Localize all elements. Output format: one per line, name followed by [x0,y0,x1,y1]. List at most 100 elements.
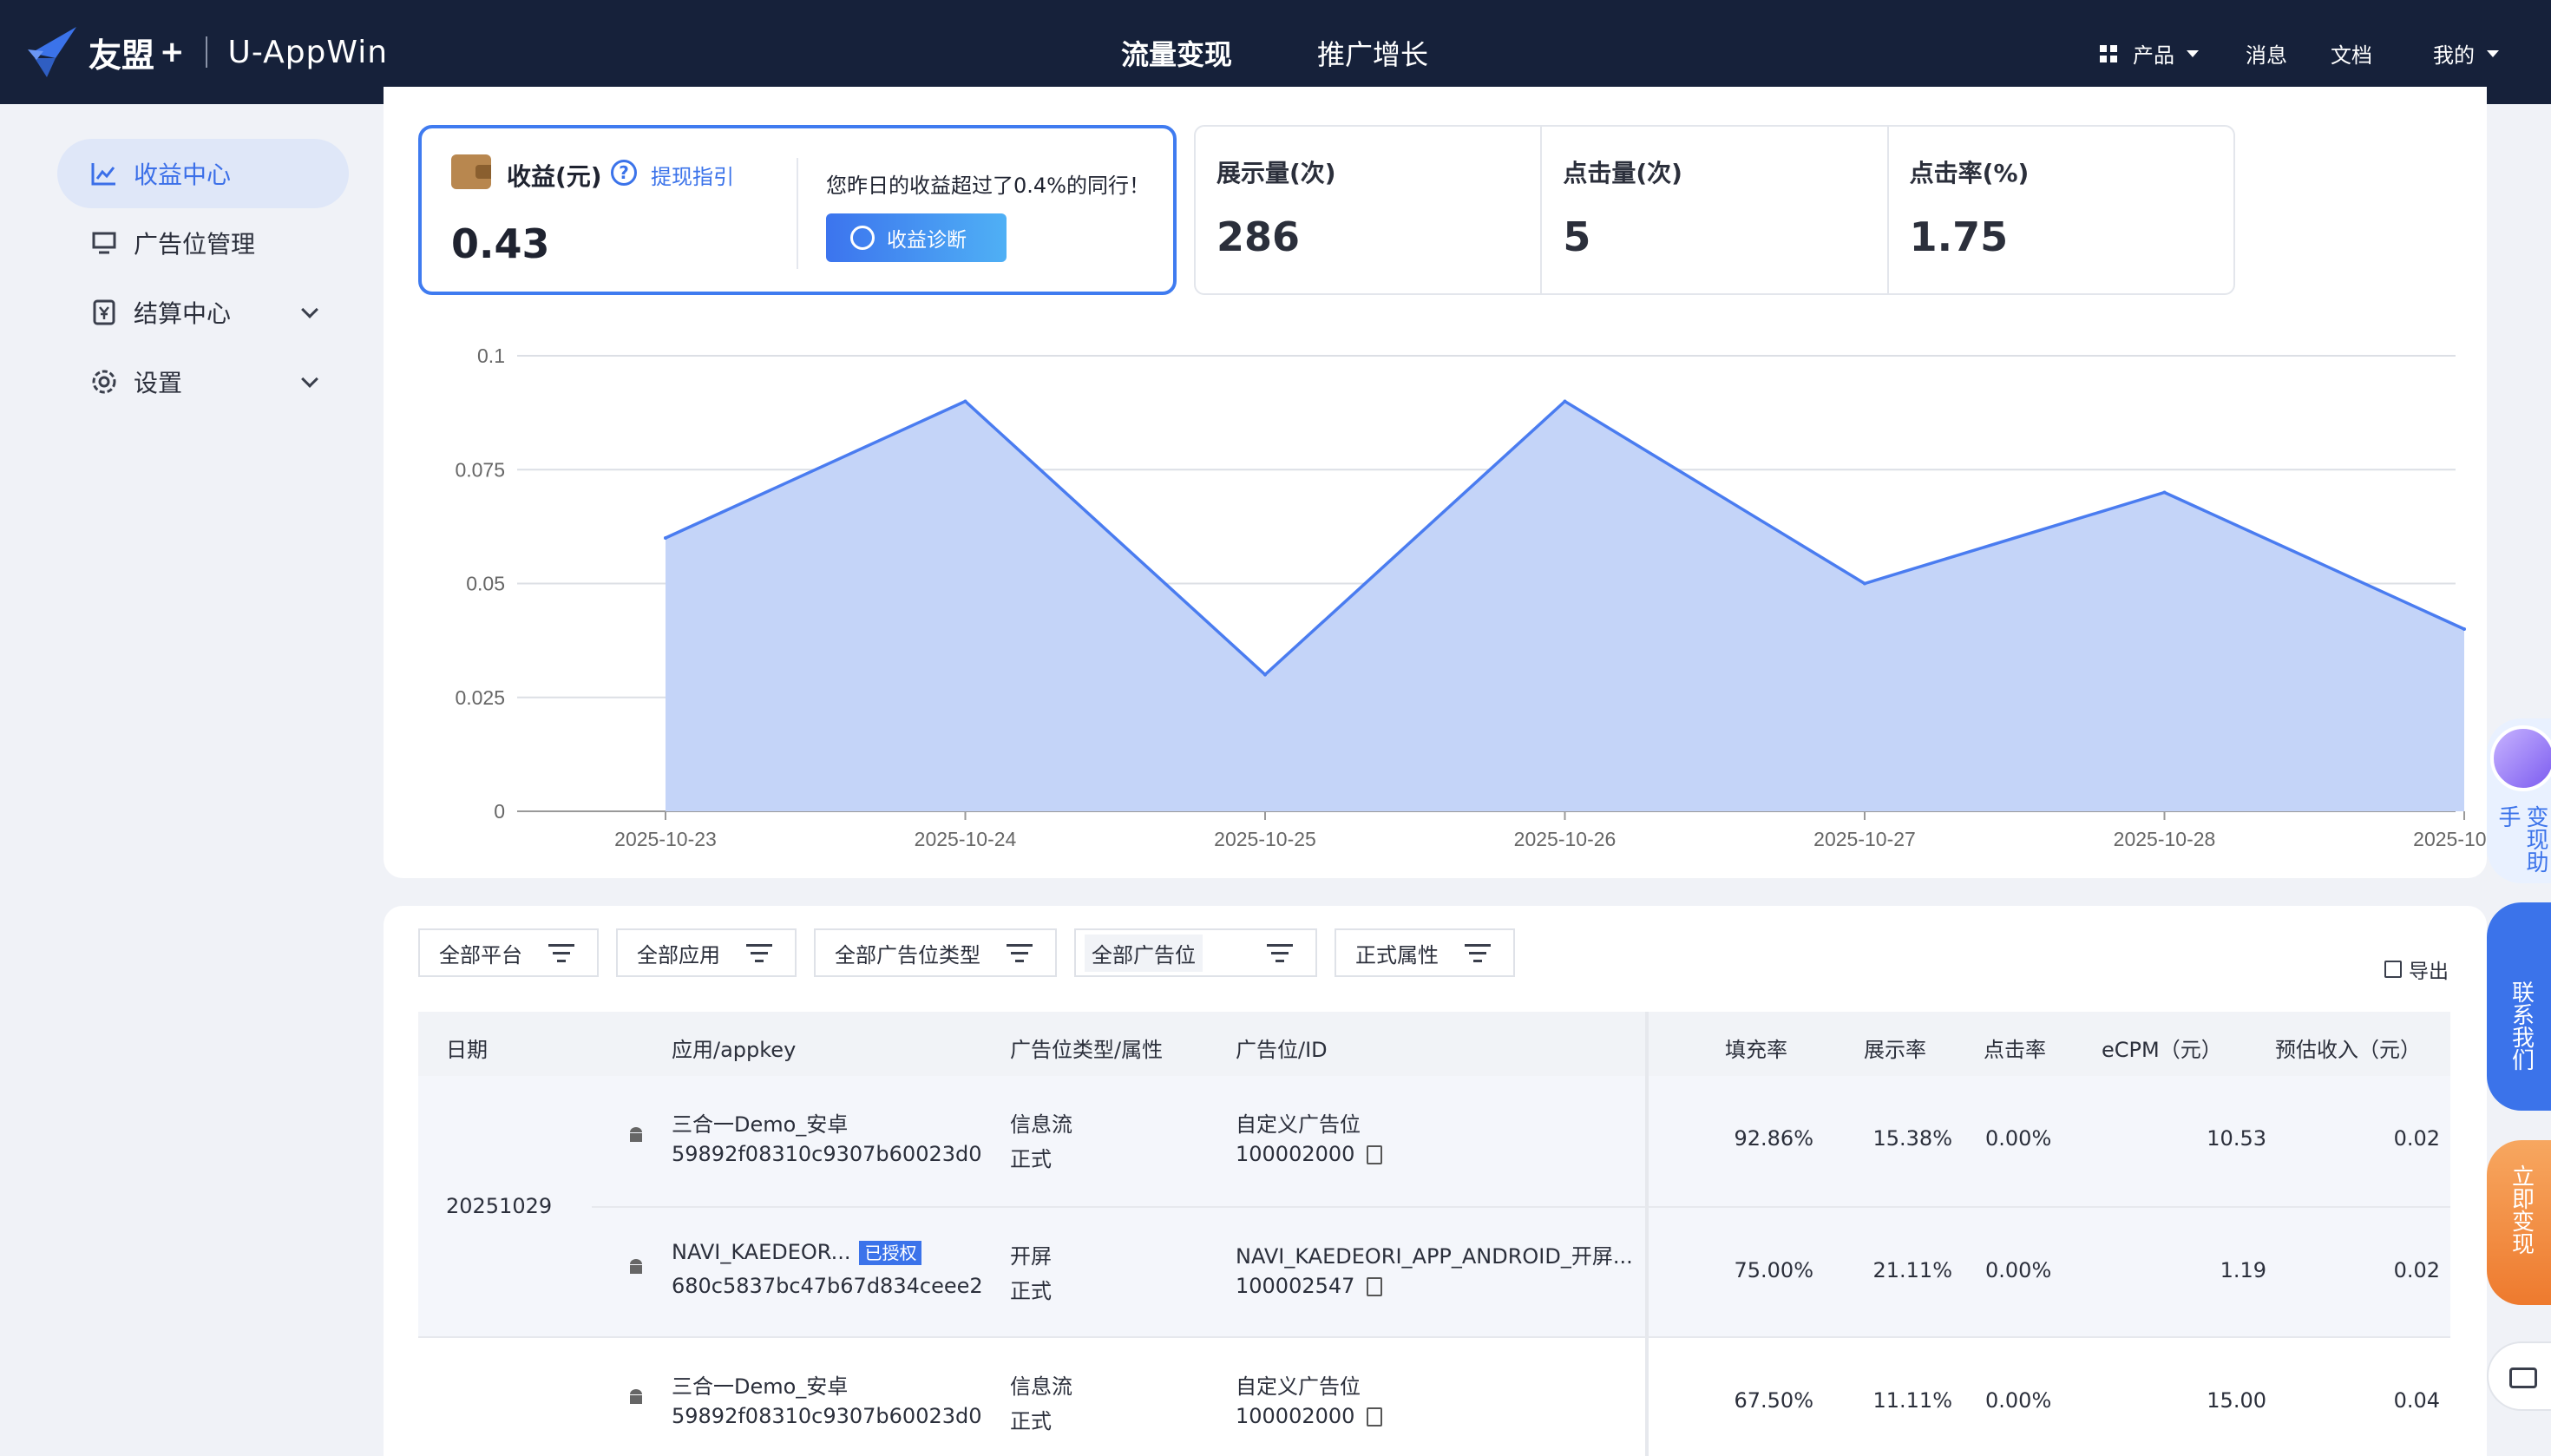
filter-attribute[interactable]: 正式属性 [1335,928,1515,977]
app-name: 三合一Demo_安卓 [672,1112,849,1137]
data-point [2162,490,2167,495]
android-icon [626,1258,646,1282]
sidebar-item-settings[interactable]: 设置 [57,347,349,416]
filter-ad-slot[interactable]: 全部广告位 [1074,928,1317,977]
filter-platform[interactable]: 全部平台 [418,928,599,977]
y-tick-label: 0.05 [466,573,505,595]
ecpm: 15.00 [2207,1388,2266,1413]
sidebar-item-settlement-center[interactable]: 结算中心 [57,278,349,347]
help-circle-icon[interactable]: ? [611,160,637,186]
grid-icon [2100,44,2117,62]
my-account-menu[interactable]: 我的 [2433,38,2499,69]
slot-attr: 正式 [1010,1147,1052,1171]
click-rate: 0.00% [1985,1388,2052,1413]
data-point [1263,672,1267,677]
show-rate: 21.11% [1872,1258,1952,1282]
sidebar-item-ad-slot-management[interactable]: 广告位管理 [57,208,349,278]
brand-logo[interactable]: 友盟 + U-AppWin [26,19,388,85]
caret-down-icon [2187,49,2199,57]
stats-card-group: 展示量(次) 286 点击量(次) 5 点击率(%) 1.75 [1194,125,2235,295]
monetization-assistant-label: 变现助手 [2495,805,2548,873]
revenue-area-chart: 0 0.025 0.05 0.075 0.1 2025-10-23 2025-10-24 20… [384,312,2515,883]
slot-id: 100002000 [1236,1142,1383,1166]
click-rate: 0.00% [1985,1126,2052,1151]
y-tick-label: 0.1 [477,344,505,367]
fixed-column-divider [1645,1012,1649,1456]
contact-us-tab[interactable]: 联系我们 [2487,902,2551,1111]
table-row[interactable]: NAVI_KAEDEOR... 已授权 680c5837bc47b67d834ce… [418,1206,2450,1336]
ecpm: 1.19 [2220,1258,2266,1282]
income: 0.04 [2393,1388,2440,1413]
data-point [963,399,967,403]
col-slot-type: 广告位类型/属性 [1010,1038,1164,1062]
app-name-text: NAVI_KAEDEOR... [672,1240,851,1264]
code-embed-button[interactable] [2487,1341,2551,1411]
products-menu[interactable]: 产品 [2100,38,2199,69]
monetize-now-tab[interactable]: 立即变现 [2487,1140,2551,1305]
table-row[interactable]: 三合一Demo_安卓 59892f08310c9307b60023d0 信息流 … [418,1336,2450,1456]
assistant-avatar-icon[interactable] [2490,725,2551,791]
stat-label: 点击率(%) [1909,159,2030,187]
slot-name: NAVI_KAEDEORI_APP_ANDROID_开屏... [1236,1244,1633,1269]
messages-link[interactable]: 消息 [2246,38,2287,69]
app-name: NAVI_KAEDEOR... 已授权 [672,1239,922,1265]
swift-bird-logo-icon [28,27,76,77]
filter-label: 全部应用 [637,942,720,967]
series-area [666,401,2464,811]
docs-link[interactable]: 文档 [2331,38,2372,69]
sidebar-item-label: 收益中心 [134,161,232,189]
chevron-down-icon [301,301,318,318]
data-point [1863,581,1866,586]
income: 0.02 [2393,1258,2440,1282]
revenue-diagnose-button[interactable]: 收益诊断 [826,213,1007,262]
tab-traffic-monetization[interactable]: 流量变现 [1121,33,1232,73]
app-key: 59892f08310c9307b60023d0 [672,1142,982,1166]
stat-ctr: 点击率(%) 1.75 [1889,127,2233,293]
show-rate: 11.11% [1872,1388,1952,1413]
x-tick-label: 2025-10-26 [1514,828,1617,850]
caret-down-icon [2487,49,2499,57]
slot-attr: 正式 [1010,1279,1052,1303]
stat-label: 展示量(次) [1216,159,1336,187]
filter-icon [1007,944,1033,963]
stat-label: 点击量(次) [1563,159,1682,187]
filter-label: 全部广告位 [1085,934,1203,972]
filter-label: 全部平台 [439,942,522,967]
slot-id: 100002547 [1236,1274,1383,1298]
tab-promotion-growth[interactable]: 推广增长 [1317,33,1428,73]
app-key: 59892f08310c9307b60023d0 [672,1404,982,1428]
export-button[interactable]: 导出 [2384,954,2449,984]
card-divider [797,158,798,269]
x-tick-label: 2025-10-28 [2114,828,2216,850]
my-account-label: 我的 [2433,43,2475,68]
filter-app[interactable]: 全部应用 [616,928,797,977]
copy-icon[interactable] [1367,1407,1383,1426]
code-icon [2509,1367,2537,1388]
date-group-value: 20251029 [446,1194,553,1218]
monetize-now-label: 立即变现 [2508,1164,2535,1255]
gear-icon [90,368,118,396]
copy-icon[interactable] [1367,1145,1383,1164]
filter-icon [548,944,574,963]
app-name: U-AppWin [227,34,389,70]
y-tick-label: 0 [494,800,505,823]
withdraw-guide-link[interactable]: 提现指引 [651,160,734,190]
sidebar-item-revenue-center[interactable]: 收益中心 [57,139,349,208]
brand-name: 友盟 [89,36,155,75]
slot-id: 100002000 [1236,1404,1383,1428]
y-tick-label: 0.075 [455,458,505,481]
filter-ad-slot-type[interactable]: 全部广告位类型 [814,928,1057,977]
table-row[interactable]: 三合一Demo_安卓 59892f08310c9307b60023d0 信息流 … [418,1076,2450,1206]
sidebar-item-label: 广告位管理 [134,230,256,259]
products-label: 产品 [2133,43,2174,68]
data-point [2462,627,2466,631]
click-rate: 0.00% [1985,1258,2052,1282]
revenue-value: 0.43 [451,220,550,267]
revenue-label: 收益(元) [507,162,602,191]
contact-us-label: 联系我们 [2508,981,2535,1071]
chart-svg: 0 0.025 0.05 0.075 0.1 2025-10-23 2025-10-24 20… [455,344,2515,883]
col-click-rate: 点击率 [1984,1038,2046,1062]
income: 0.02 [2393,1126,2440,1151]
copy-icon[interactable] [1367,1277,1383,1296]
app-key: 680c5837bc47b67d834ceee2 [672,1274,983,1298]
